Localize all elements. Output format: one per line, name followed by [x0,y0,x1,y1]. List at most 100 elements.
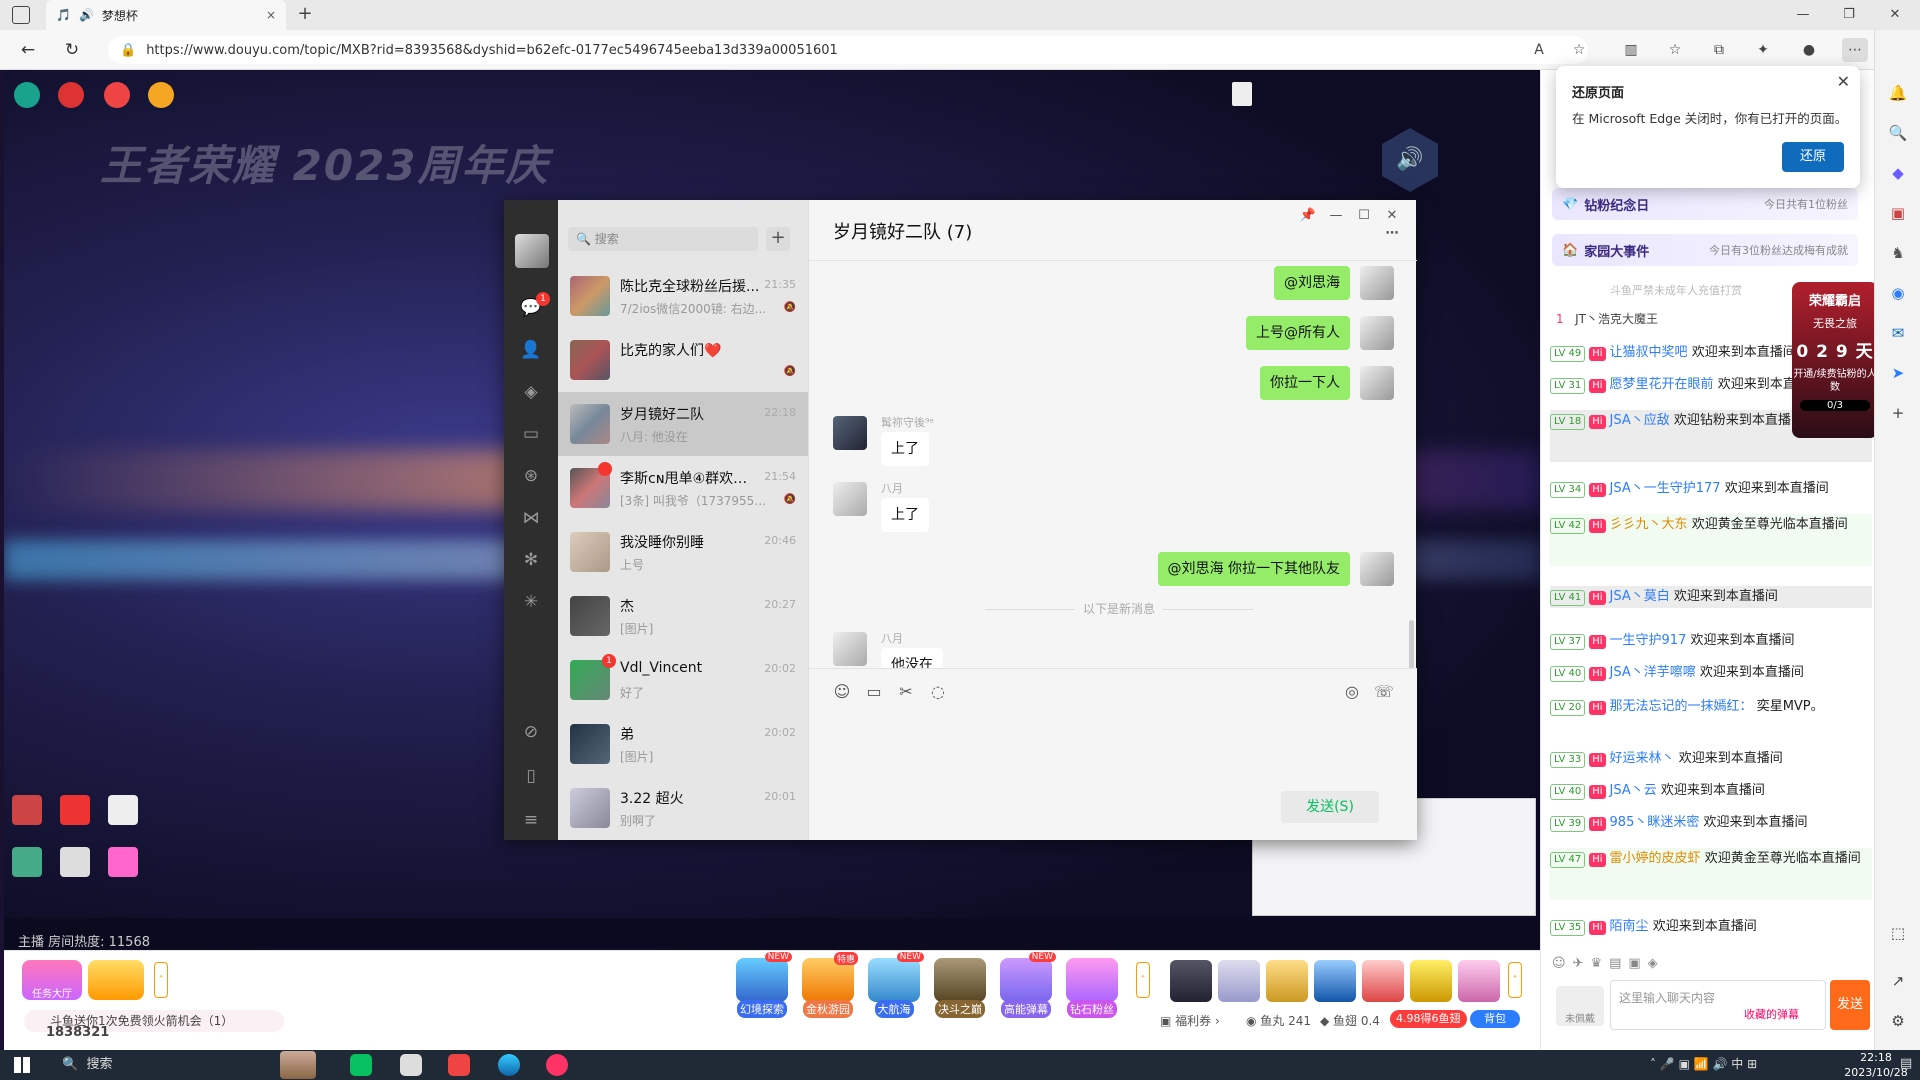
conversation-item-active[interactable]: 岁月镜好二队 22:18 八月: 他没在 [558,392,808,456]
file-icon[interactable]: ▭ [863,681,885,703]
tab-actions-icon[interactable] [12,6,30,24]
restore-icon[interactable]: ❐ [1826,0,1872,30]
app-taskbar-icon[interactable] [546,1054,568,1076]
bell-icon[interactable]: 🔔 [1887,82,1909,104]
gift-item[interactable]: 钻石粉丝 [1062,958,1122,1018]
m365-icon[interactable]: ◉ [1887,282,1909,304]
new-tab-button[interactable]: + [294,4,316,26]
favorite-star-icon[interactable]: ☆ [1566,38,1592,62]
url-field[interactable]: 🔒 https://www.douyu.com/topic/MXB?rid=83… [108,36,1588,64]
more-icon[interactable]: ⋯ [1377,222,1407,246]
tag-icon[interactable]: ◆ [1887,162,1909,184]
gift-item[interactable]: NEW 大航海 [864,952,924,1018]
edge-taskbar-icon[interactable] [498,1054,520,1076]
chat-send-button[interactable]: 发送 [1830,980,1870,1030]
backpack-item-icon[interactable] [1266,960,1308,1002]
badge-slot[interactable]: 未佩戴 [1556,986,1604,1026]
expand-icon[interactable]: ˄ [1136,962,1150,998]
recharge-promo-button[interactable]: 4.98得6鱼翅 [1390,1010,1467,1028]
my-message[interactable]: 你拉一下人 [1260,366,1350,400]
backpack-item-icon[interactable] [1458,960,1500,1002]
split-screen-icon[interactable]: ▥ [1618,38,1644,62]
call-icon[interactable]: ☏ [1373,681,1395,703]
conversation-item[interactable]: 杰 20:27 [图片] [558,584,808,648]
wechat-search-input[interactable]: 🔍 搜索 [568,227,758,251]
ime-indicator[interactable]: 中 [1731,1057,1743,1071]
contacts-icon[interactable]: 👤 [519,338,543,362]
back-icon[interactable]: ← [14,38,42,62]
conversation-item[interactable]: 李斯ᴄɴ甩单④群欢迎... 21:54 [3条] 叫我爷（17379552...… [558,456,808,520]
my-avatar[interactable] [1360,316,1394,350]
app-taskbar-icon[interactable] [400,1054,422,1076]
rocket-icon[interactable] [1314,960,1356,1002]
chat-input[interactable]: 这里输入聊天内容 [1610,980,1826,1030]
more-menu-icon[interactable]: ⋯ [1842,38,1868,62]
expand-icon[interactable]: ˄ [1508,962,1522,998]
tools-icon[interactable]: ▣ [1887,202,1909,224]
conversation-item[interactable]: 我没睡你别睡 20:46 上号 [558,520,808,584]
favorites-icon[interactable]: ☆ [1662,38,1688,62]
moments-icon[interactable]: ⊛ [519,464,543,488]
send-button[interactable]: 发送(S) [1281,791,1379,823]
member-message[interactable]: 上了 [881,432,929,466]
extensions-icon[interactable]: ✦ [1750,38,1776,62]
chat-history-icon[interactable]: ◌ [927,681,949,703]
gift-item[interactable]: 决斗之巅 [930,958,990,1018]
outlook-icon[interactable]: ✉ [1887,322,1909,344]
send-icon[interactable]: ➤ [1887,362,1909,384]
minimize-icon[interactable]: — [1780,0,1826,30]
message-composer[interactable]: ☺ ▭ ✂ ◌ ◎ ☏ 发送(S) [809,668,1417,840]
notification-icon[interactable]: ▤ [1900,1056,1912,1071]
phone-icon[interactable]: ▯ [519,764,543,788]
my-message[interactable]: 上号@所有人 [1246,316,1350,350]
conversation-item[interactable]: 1 Vdl_Vincent 20:02 好了 [558,648,808,712]
gift-item[interactable]: NEW 高能弹幕 [996,952,1056,1018]
my-message[interactable]: @刘思海 你拉一下其他队友 [1157,552,1350,586]
games-icon[interactable]: ♞ [1887,242,1909,264]
member-message[interactable]: 上了 [881,498,929,532]
my-avatar[interactable] [1360,266,1394,300]
settings-icon[interactable]: ⚙ [1887,1010,1909,1032]
refresh-icon[interactable]: ↻ [58,38,86,62]
profile-icon[interactable]: ● [1796,38,1822,62]
live-icon[interactable]: ◎ [1341,681,1363,703]
expand-icon[interactable]: ˄ [154,962,168,998]
favorites-icon[interactable]: ◈ [519,380,543,404]
tab-close-icon[interactable]: × [266,8,276,22]
search-icon[interactable]: 🔍 [1887,122,1909,144]
link-icon[interactable]: ⊘ [519,720,543,744]
screenshot-icon[interactable]: ⬚ [1887,922,1909,944]
member-avatar[interactable] [833,482,867,516]
mini-program-icon[interactable]: ✳ [519,590,543,614]
external-link-icon[interactable]: ↗ [1887,970,1909,992]
pin-icon[interactable]: 📌 [1293,204,1323,228]
my-avatar[interactable] [515,234,549,268]
backpack-item-icon[interactable] [1218,960,1260,1002]
screenshot-icon[interactable]: ✂ [895,681,917,703]
conversation-item[interactable]: 3.22 超火 20:01 别啊了 [558,776,808,840]
search-network-icon[interactable]: ✻ [519,548,543,572]
saved-danmu-link[interactable]: 收藏的弹幕 [1744,1006,1799,1022]
minimize-icon[interactable]: — [1321,204,1351,228]
system-tray[interactable]: ˄ 🎤 ▣ 📶 🔊 中 ⊞ [1650,1055,1757,1072]
backpack-item-icon[interactable] [1170,960,1212,1002]
read-aloud-icon[interactable]: A [1526,38,1552,62]
channels-icon[interactable]: ⋈ [519,506,543,530]
gift-box-icon[interactable] [88,960,144,1000]
chat-toolbar-icons[interactable]: ☺✈♛▤▣◈ [1552,956,1872,976]
restore-button[interactable]: 还原 [1782,142,1844,172]
fan-anniversary-banner[interactable]: 💎 钻粉纪念日 今日共有1位粉丝 [1552,188,1858,220]
gift-item[interactable]: 特惠 金秋游园 [798,952,858,1018]
add-icon[interactable]: + [1887,402,1909,424]
maximize-icon[interactable]: ☐ [1349,204,1379,228]
backpack-button[interactable]: 背包 [1470,1010,1520,1028]
member-avatar[interactable] [833,416,867,450]
close-icon[interactable]: ✕ [1837,72,1850,91]
backpack-item-icon[interactable] [1410,960,1452,1002]
wechat-taskbar-icon[interactable] [350,1054,372,1076]
menu-icon[interactable]: ≡ [519,808,543,832]
app-taskbar-icon[interactable] [448,1054,470,1076]
my-message[interactable]: @刘思海 [1274,266,1350,300]
task-hall-button[interactable]: 任务大厅 [22,960,82,1000]
tab-active[interactable]: 🎵 🔊 梦想杯 × [46,0,286,30]
